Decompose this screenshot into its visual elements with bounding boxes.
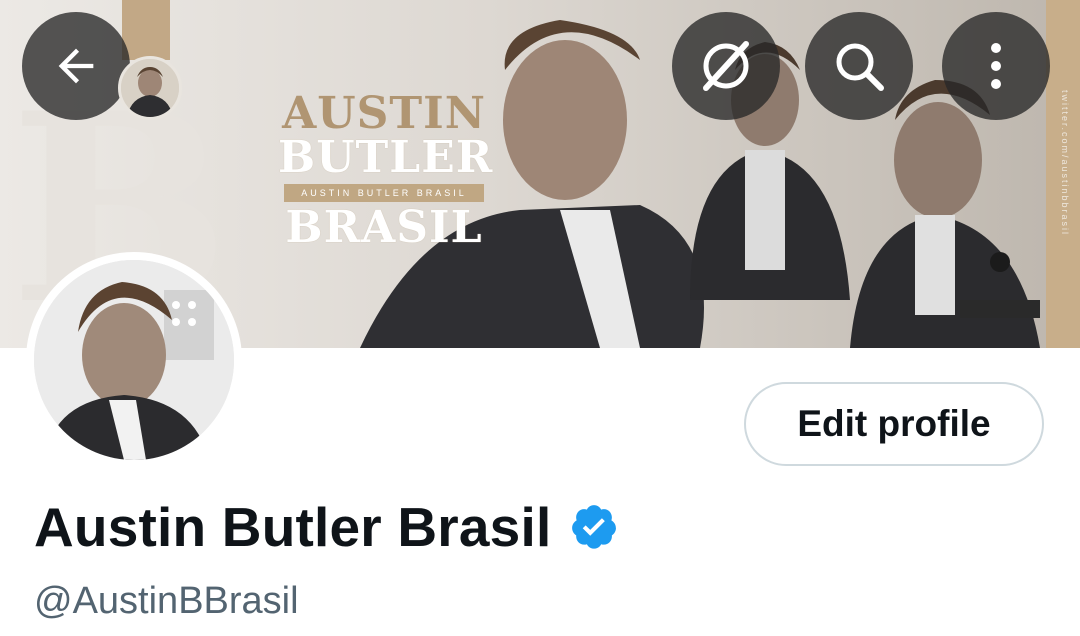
- banner-logo: AUSTIN BUTLER AUSTIN BUTLER BRASIL BRASI…: [278, 88, 494, 253]
- profile-display-name: Austin Butler Brasil: [34, 496, 552, 558]
- profile-handle: @AustinBBrasil: [34, 580, 299, 622]
- profile-name-row: Austin Butler Brasil: [34, 494, 619, 560]
- search-button[interactable]: [805, 12, 913, 120]
- back-button[interactable]: [22, 12, 130, 120]
- verified-badge-icon[interactable]: [569, 502, 619, 552]
- search-icon: [836, 43, 884, 91]
- banner-logo-line-3: BRASIL: [285, 202, 483, 253]
- more-vertical-icon: [991, 43, 1001, 89]
- edit-profile-button[interactable]: Edit profile: [744, 382, 1044, 466]
- avatar-image: [34, 260, 234, 460]
- more-options-button[interactable]: [942, 12, 1050, 120]
- banner-logo-line-1: AUSTIN: [282, 88, 486, 139]
- profile-avatar-photo: [34, 260, 234, 460]
- arrow-left-icon: [58, 48, 94, 84]
- banner-watermark: twitter.com/austinbbrasil: [1060, 90, 1070, 237]
- banner-logo-line-2: BUTLER: [278, 132, 494, 183]
- grok-icon: [703, 41, 749, 91]
- profile-screen: B AUSTIN BUTLER AUSTIN BUTLER BRASIL BRA…: [0, 0, 1080, 636]
- mini-avatar: [118, 56, 182, 120]
- mini-avatar-photo: [121, 59, 179, 117]
- banner-logo-tagline: AUSTIN BUTLER BRASIL: [284, 184, 484, 202]
- profile-avatar[interactable]: [26, 252, 242, 468]
- grok-button[interactable]: [672, 12, 780, 120]
